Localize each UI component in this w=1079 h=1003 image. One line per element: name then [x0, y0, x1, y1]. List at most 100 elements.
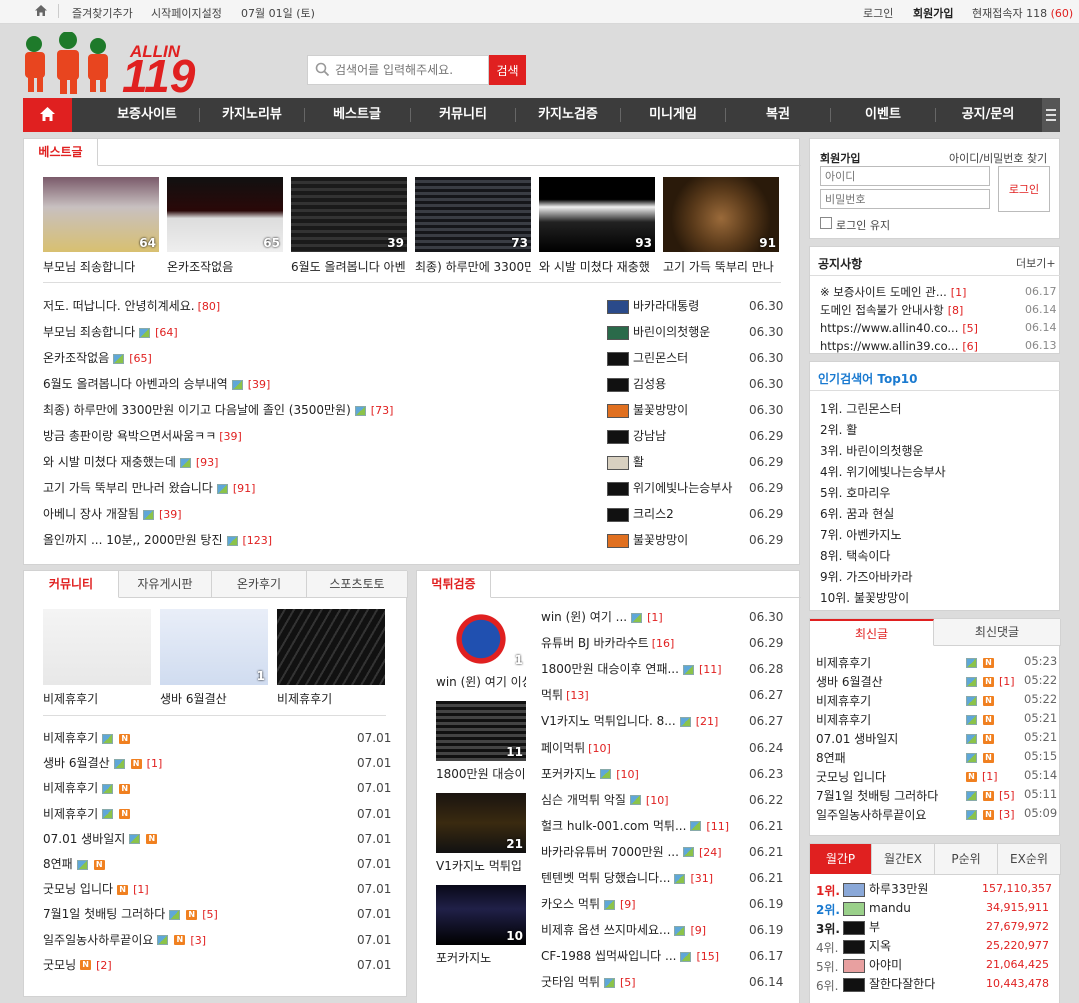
tab-ranking-0[interactable]: 월간P — [810, 844, 872, 875]
verify-thumbnail-title[interactable]: V1카지노 먹튀입 — [436, 857, 526, 874]
community-thumbnail-title[interactable]: 생바 6월결산 — [160, 690, 268, 707]
popular-keyword[interactable]: 1위. 그린몬스터 — [820, 400, 902, 417]
nav-item-4[interactable]: 카지노검증 — [518, 98, 618, 132]
post-title[interactable]: 저도. 떠납니다. 안녕히계세요. — [43, 299, 195, 313]
community-post-row[interactable]: 굿모닝 입니다 N [1] — [43, 880, 149, 898]
keep-login-checkbox[interactable] — [820, 217, 832, 229]
community-thumbnail[interactable] — [43, 609, 151, 685]
post-title[interactable]: 카오스 먹튀 — [541, 897, 600, 911]
rank-user[interactable]: 지옥 — [843, 937, 891, 955]
verify-post-row[interactable]: 카오스 먹튀 [9] — [541, 895, 636, 913]
post-title[interactable]: CF-1988 씹먹싸입니다 ... — [541, 949, 676, 963]
community-thumbnail-title[interactable]: 비제휴후기 — [43, 690, 151, 707]
community-thumbnail[interactable]: 1 — [160, 609, 268, 685]
nav-item-3[interactable]: 커뮤니티 — [413, 98, 513, 132]
post-title[interactable]: 굿모닝 입니다 — [43, 882, 113, 896]
post-title[interactable]: 올인까지 ... 10분,, 2000만원 탕진 — [43, 533, 223, 547]
rank-user[interactable]: mandu — [843, 899, 911, 917]
nav-item-8[interactable]: 공지/문의 — [938, 98, 1038, 132]
tab-community-1[interactable]: 자유게시판 — [119, 571, 212, 598]
community-post-row[interactable]: 비제휴후기 N — [43, 779, 132, 797]
best-thumbnail[interactable]: 73 — [415, 177, 531, 252]
post-author[interactable]: 불꽃방망이 — [607, 531, 688, 549]
post-title[interactable]: 심슨 개먹튀 악질 — [541, 793, 626, 807]
post-author[interactable]: 활 — [607, 453, 644, 471]
popular-keyword[interactable]: 5위. 호마리우 — [820, 484, 890, 501]
community-post-row[interactable]: 07.01 생바일지 N — [43, 830, 159, 848]
popular-keyword[interactable]: 6위. 꿈과 현실 — [820, 505, 894, 522]
post-author[interactable]: 위기에빛나는승부사 — [607, 479, 732, 497]
notice-more-link[interactable]: 더보기+ — [1016, 255, 1056, 271]
post-title[interactable]: 생바 6월결산 — [43, 756, 110, 770]
verify-thumbnail[interactable]: 1 — [436, 609, 526, 669]
best-thumbnail[interactable]: 39 — [291, 177, 407, 252]
post-title[interactable]: 굿모닝 — [43, 958, 76, 972]
post-title[interactable]: 1800만원 대승이후 연패... — [541, 662, 679, 676]
community-post-row[interactable]: 비제휴후기 N — [43, 729, 132, 747]
post-title[interactable]: 아베니 장사 개잘됨 — [43, 507, 139, 521]
tab-recent-1[interactable]: 최신댓글 — [934, 619, 1061, 646]
best-post-row[interactable]: 고기 가득 뚝부리 만나러 왔습니다 [91] — [43, 479, 255, 497]
best-post-row[interactable]: 올인까지 ... 10분,, 2000만원 탕진 [123] — [43, 531, 272, 549]
popular-keyword[interactable]: 4위. 위기에빛나는승부사 — [820, 463, 946, 480]
community-post-row[interactable]: 생바 6월결산 N [1] — [43, 754, 162, 772]
best-post-row[interactable]: 방금 총판이랑 욕박으면서싸움ㅋㅋ [39] — [43, 427, 242, 445]
join-link[interactable]: 회원가입 — [913, 5, 953, 21]
rank-user[interactable]: 하루33만원 — [843, 880, 928, 898]
post-title[interactable]: 고기 가득 뚝부리 만나러 왔습니다 — [43, 481, 213, 495]
site-logo[interactable]: ALLIN 119 — [22, 31, 237, 102]
verify-post-row[interactable]: 페이먹튀 [10] — [541, 739, 611, 757]
recent-post-title[interactable]: 굿모닝 입니다 — [816, 768, 886, 785]
best-thumbnail[interactable]: 65 — [167, 177, 283, 252]
verify-post-row[interactable]: 굿타임 먹튀 [5] — [541, 973, 636, 991]
nav-item-6[interactable]: 복권 — [728, 98, 828, 132]
verify-thumbnail-title[interactable]: 1800만원 대승이 — [436, 765, 526, 782]
notice-title[interactable]: https://www.allin40.co... — [820, 321, 958, 335]
best-thumbnail[interactable]: 64 — [43, 177, 159, 252]
post-title[interactable]: 방금 총판이랑 욕박으면서싸움ㅋㅋ — [43, 429, 216, 443]
post-title[interactable]: 8연패 — [43, 857, 73, 871]
best-thumbnail[interactable]: 93 — [539, 177, 655, 252]
recent-post-title[interactable]: 07.01 생바일지 — [816, 730, 898, 747]
tab-ranking-3[interactable]: EX순위 — [998, 844, 1061, 875]
best-thumbnail-title[interactable]: 와 시발 미쳤다 재충했 — [539, 258, 655, 275]
verify-post-row[interactable]: 먹튀 [13] — [541, 686, 589, 704]
verify-thumbnail[interactable]: 21 — [436, 793, 526, 853]
notice-row[interactable]: https://www.allin40.co... [5] — [820, 319, 978, 337]
verify-post-row[interactable]: 유튜버 BJ 바카라수트 [16] — [541, 634, 674, 652]
find-account-link[interactable]: 아이디/비밀번호 찾기 — [949, 150, 1047, 166]
post-title[interactable]: 최종) 하루만에 3300만원 이기고 다음날에 졸인 (3500만원) — [43, 403, 351, 417]
best-thumbnail-title[interactable]: 온카조작없음 — [167, 258, 283, 275]
post-author[interactable]: 크리스2 — [607, 505, 674, 523]
post-author[interactable]: 바린이의첫행운 — [607, 323, 710, 341]
verify-post-row[interactable]: 텐텐벳 먹튀 당했습니다... [31] — [541, 869, 713, 887]
best-thumbnail-title[interactable]: 부모님 죄송합니다 — [43, 258, 159, 275]
notice-row[interactable]: ※ 보증사이트 도메인 관... [1] — [820, 283, 966, 301]
home-icon[interactable] — [34, 4, 48, 20]
verify-thumbnail[interactable]: 10 — [436, 885, 526, 945]
notice-title[interactable]: 도메인 접속불가 안내사항 — [820, 303, 944, 317]
post-author[interactable]: 김성용 — [607, 375, 666, 393]
best-post-row[interactable]: 온카조작없음 [65] — [43, 349, 152, 367]
post-title[interactable]: 부모님 죄송합니다 — [43, 325, 135, 339]
best-post-row[interactable]: 6월도 올려봅니다 아벤과의 승부내역 [39] — [43, 375, 270, 393]
verify-post-row[interactable]: 헐크 hulk-001.com 먹튀... [11] — [541, 817, 729, 835]
post-title[interactable]: 7월1일 첫배팅 그러하다 — [43, 907, 165, 921]
recent-post-title[interactable]: 8연패 — [816, 749, 846, 766]
verify-post-row[interactable]: CF-1988 씹먹싸입니다 ... [15] — [541, 947, 719, 965]
post-title[interactable]: 페이먹튀 — [541, 741, 585, 755]
post-title[interactable]: 비제휴후기 — [43, 781, 98, 795]
post-title[interactable]: 6월도 올려봅니다 아벤과의 승부내역 — [43, 377, 228, 391]
startpage-link[interactable]: 시작페이지설정 — [151, 5, 222, 21]
verify-thumbnail-title[interactable]: 포커카지노 — [436, 949, 526, 966]
post-title[interactable]: 포커카지노 — [541, 767, 596, 781]
nav-item-1[interactable]: 카지노리뷰 — [202, 98, 302, 132]
best-post-row[interactable]: 와 시발 미쳤다 재충했는데 [93] — [43, 453, 218, 471]
rank-user[interactable]: 아야미 — [843, 956, 902, 974]
tab-community-0[interactable]: 커뮤니티 — [24, 571, 119, 598]
best-post-row[interactable]: 저도. 떠납니다. 안녕히계세요. [80] — [43, 297, 220, 315]
verify-thumbnail-title[interactable]: win (윈) 여기 이상 — [436, 673, 526, 690]
bookmark-link[interactable]: 즐겨찾기추가 — [72, 5, 133, 21]
best-post-row[interactable]: 최종) 하루만에 3300만원 이기고 다음날에 졸인 (3500만원) [73] — [43, 401, 393, 419]
verify-post-row[interactable]: V1카지노 먹튀입니다. 8... [21] — [541, 712, 718, 730]
